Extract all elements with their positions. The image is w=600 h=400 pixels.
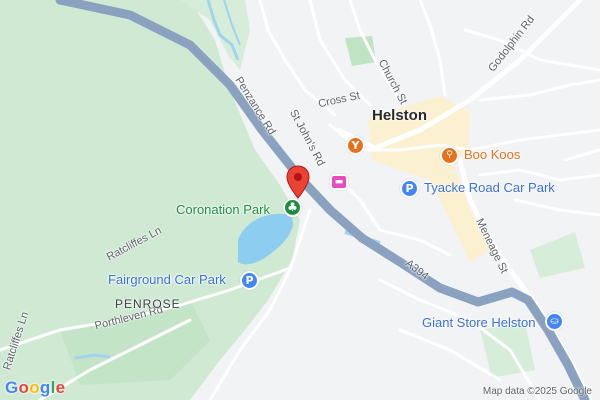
poi-label-tyacke-road-car-park[interactable]: Tyacke Road Car Park [424, 180, 555, 195]
google-logo-text: Google [5, 378, 66, 397]
location-pin-icon[interactable] [286, 165, 310, 199]
map-attribution[interactable]: Map data ©2025 Google [483, 386, 592, 397]
parking-icon[interactable]: P [240, 271, 259, 290]
park-tree-icon[interactable]: ♣ [283, 198, 302, 217]
parking-icon[interactable]: P [400, 179, 419, 198]
map-base-layer [0, 0, 600, 400]
poi-label-boo-koos[interactable]: Boo Koos [464, 147, 520, 162]
hotel-bed-icon[interactable]: ▬ [330, 174, 348, 190]
town-label-helston: Helston [372, 107, 428, 124]
shopping-bag-icon[interactable]: ⛀ [545, 312, 564, 331]
google-logo: Google [5, 378, 65, 398]
restaurant-icon[interactable]: ⚲ [440, 146, 459, 165]
map-canvas[interactable]: Penzance Rd St John's Rd Cross St Church… [0, 0, 600, 400]
district-label-penrose: PENROSE [115, 297, 181, 311]
poi-label-giant-store-helston[interactable]: Giant Store Helston [422, 315, 535, 330]
poi-label-coronation-park[interactable]: Coronation Park [176, 202, 270, 217]
poi-label-fairground-car-park[interactable]: Fairground Car Park [108, 272, 226, 287]
bar-cocktail-icon[interactable]: Y [346, 136, 365, 155]
